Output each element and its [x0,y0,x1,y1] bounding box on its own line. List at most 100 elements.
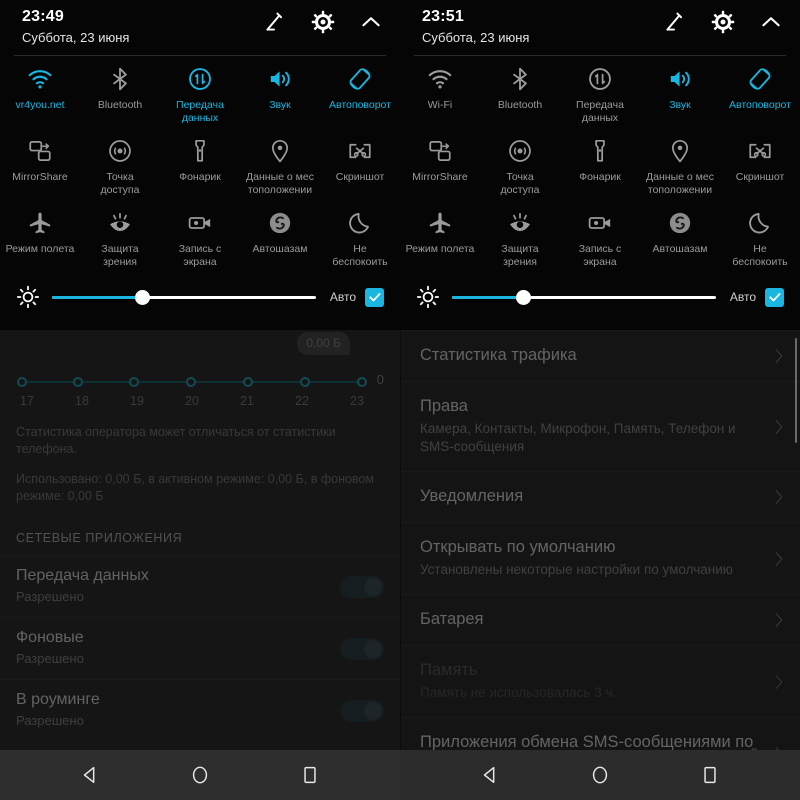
tile-eye-protection[interactable]: Защита зрения [80,202,160,274]
item-title: Статистика трафика [420,346,577,364]
tile-bluetooth[interactable]: Bluetooth [80,58,160,130]
edit-icon[interactable] [262,9,288,35]
list-item[interactable]: Фоновые Разрешено [0,617,400,679]
slider-thumb[interactable] [134,290,150,305]
brightness-icon [416,285,440,309]
tile-airplane-mode[interactable]: Режим полета [0,202,80,274]
chart-line-svg [17,377,367,387]
item-title: Память [420,661,478,679]
tile-do-not-disturb[interactable]: Не беспокоить [720,202,800,274]
tile-screenshot[interactable]: Скриншот [720,130,800,202]
chevron-up-icon[interactable] [758,9,784,35]
tile-auto-shazam[interactable]: Автошазам [240,202,320,274]
circle-home-icon[interactable] [589,764,611,786]
screen-record-icon [187,210,213,236]
tile-data-transfer[interactable]: Передача данных [160,58,240,130]
quick-settings-grid: Wi-Fi Bluetooth Передача данных Звук Авт… [400,58,800,274]
list-item-traffic-stats[interactable]: Статистика трафика [400,330,800,381]
tile-autorotate[interactable]: Автоповорот [320,58,400,130]
quick-settings-row: Режим полета Защита зрения Запись с экра… [0,202,400,274]
header-divider [14,55,386,56]
dual-screenshot-container: 0,00 Б 0 17 18 19 20 21 22 23 Статистика… [0,0,800,800]
tile-label: Не беспокоить [332,243,388,268]
list-item[interactable]: В роуминге Разрешено [0,679,400,741]
tile-flashlight[interactable]: Фонарик [160,130,240,202]
chart-value-bubble: 0,00 Б [297,332,350,355]
toggle-knob [364,701,382,720]
tile-hotspot[interactable]: Точка доступа [480,130,560,202]
list-item-permissions[interactable]: Права Камера, Контакты, Микрофон, Память… [400,381,800,471]
tile-location[interactable]: Данные о мес тоположении [640,130,720,202]
bluetooth-icon [507,66,533,92]
auto-brightness-checkbox[interactable] [765,287,784,307]
quick-settings-row: MirrorShare Точка доступа Фонарик Данные… [0,130,400,202]
slider-thumb[interactable] [516,290,532,305]
brightness-icon [16,285,40,309]
status-date: Суббота, 23 июня [422,30,530,45]
scrollbar-thumb[interactable] [794,338,797,443]
gear-icon[interactable] [710,9,736,35]
brightness-slider[interactable] [52,285,316,309]
list-item-default-sms-app[interactable]: Приложения обмена SMS-сообщениями по умо… [400,717,800,750]
hotspot-icon [507,138,533,164]
tile-airplane-mode[interactable]: Режим полета [400,202,480,274]
location-pin-icon [667,138,693,164]
tile-wifi[interactable]: Wi-Fi [400,58,480,130]
quick-settings-panel: 23:49 Суббота, 23 июня vr4you.net Blueto… [0,0,400,330]
row-title: В роуминге [16,691,100,708]
auto-brightness-label: Авто [329,290,356,304]
row-subtitle: Разрешено [16,651,84,666]
chart-x-tick: 21 [240,394,254,408]
quick-settings-actions [662,9,784,35]
toggle-switch-roaming[interactable] [340,699,384,722]
tile-eye-protection[interactable]: Защита зрения [480,202,560,274]
tile-label: Данные о мес тоположении [646,171,714,196]
item-subtitle: Память не использовалась 3 ч. [420,685,617,700]
toggle-switch-data-transfer[interactable] [340,575,384,598]
tile-location[interactable]: Данные о мес тоположении [240,130,320,202]
gear-icon[interactable] [310,9,336,35]
tile-screen-record[interactable]: Запись с экрана [160,202,240,274]
tile-label: Bluetooth [497,99,543,111]
list-item-battery[interactable]: Батарея [400,594,800,645]
tile-bluetooth[interactable]: Bluetooth [480,58,560,130]
tile-data-transfer[interactable]: Передача данных [560,58,640,130]
tile-screenshot[interactable]: Скриншот [320,130,400,202]
auto-brightness-checkbox[interactable] [365,287,384,307]
list-item-memory[interactable]: Память Память не использовалась 3 ч. [400,645,800,717]
triangle-back-icon[interactable] [479,764,501,786]
square-recents-icon[interactable] [299,764,321,786]
list-item[interactable]: Передача данных Разрешено [0,555,400,617]
tile-mirrorshare[interactable]: MirrorShare [400,130,480,202]
tile-auto-shazam[interactable]: Автошазам [640,202,720,274]
chart-x-axis-labels: 17 18 19 20 21 22 23 [16,394,368,408]
tile-screen-record[interactable]: Запись с экрана [560,202,640,274]
brightness-slider[interactable] [452,285,716,309]
navigation-bar [400,750,800,800]
triangle-back-icon[interactable] [79,764,101,786]
chevron-up-icon[interactable] [358,9,384,35]
auto-brightness-control[interactable]: Авто [329,287,384,307]
tile-flashlight[interactable]: Фонарик [560,130,640,202]
tile-mirrorshare[interactable]: MirrorShare [0,130,80,202]
quick-settings-header: 23:49 Суббота, 23 июня [0,0,400,55]
operator-stats-note: Статистика оператора может отличаться от… [16,425,336,456]
list-item-notifications[interactable]: Уведомления [400,471,800,522]
tile-label: Защита зрения [101,243,139,268]
toggle-switch-background[interactable] [340,637,384,660]
square-recents-icon[interactable] [699,764,721,786]
tile-do-not-disturb[interactable]: Не беспокоить [320,202,400,274]
edit-icon[interactable] [662,9,688,35]
tile-sound[interactable]: Звук [640,58,720,130]
list-item-open-by-default[interactable]: Открывать по умолчанию Установлены некот… [400,522,800,594]
tile-hotspot[interactable]: Точка доступа [80,130,160,202]
tile-sound[interactable]: Звук [240,58,320,130]
quick-settings-row: Режим полета Защита зрения Запись с экра… [400,202,800,274]
auto-brightness-control[interactable]: Авто [730,287,784,307]
tile-wifi[interactable]: vr4you.net [0,58,80,130]
item-title: Батарея [420,610,484,628]
shazam-icon [667,210,693,236]
circle-home-icon[interactable] [189,764,211,786]
tile-autorotate[interactable]: Автоповорот [720,58,800,130]
status-date: Суббота, 23 июня [22,30,130,45]
